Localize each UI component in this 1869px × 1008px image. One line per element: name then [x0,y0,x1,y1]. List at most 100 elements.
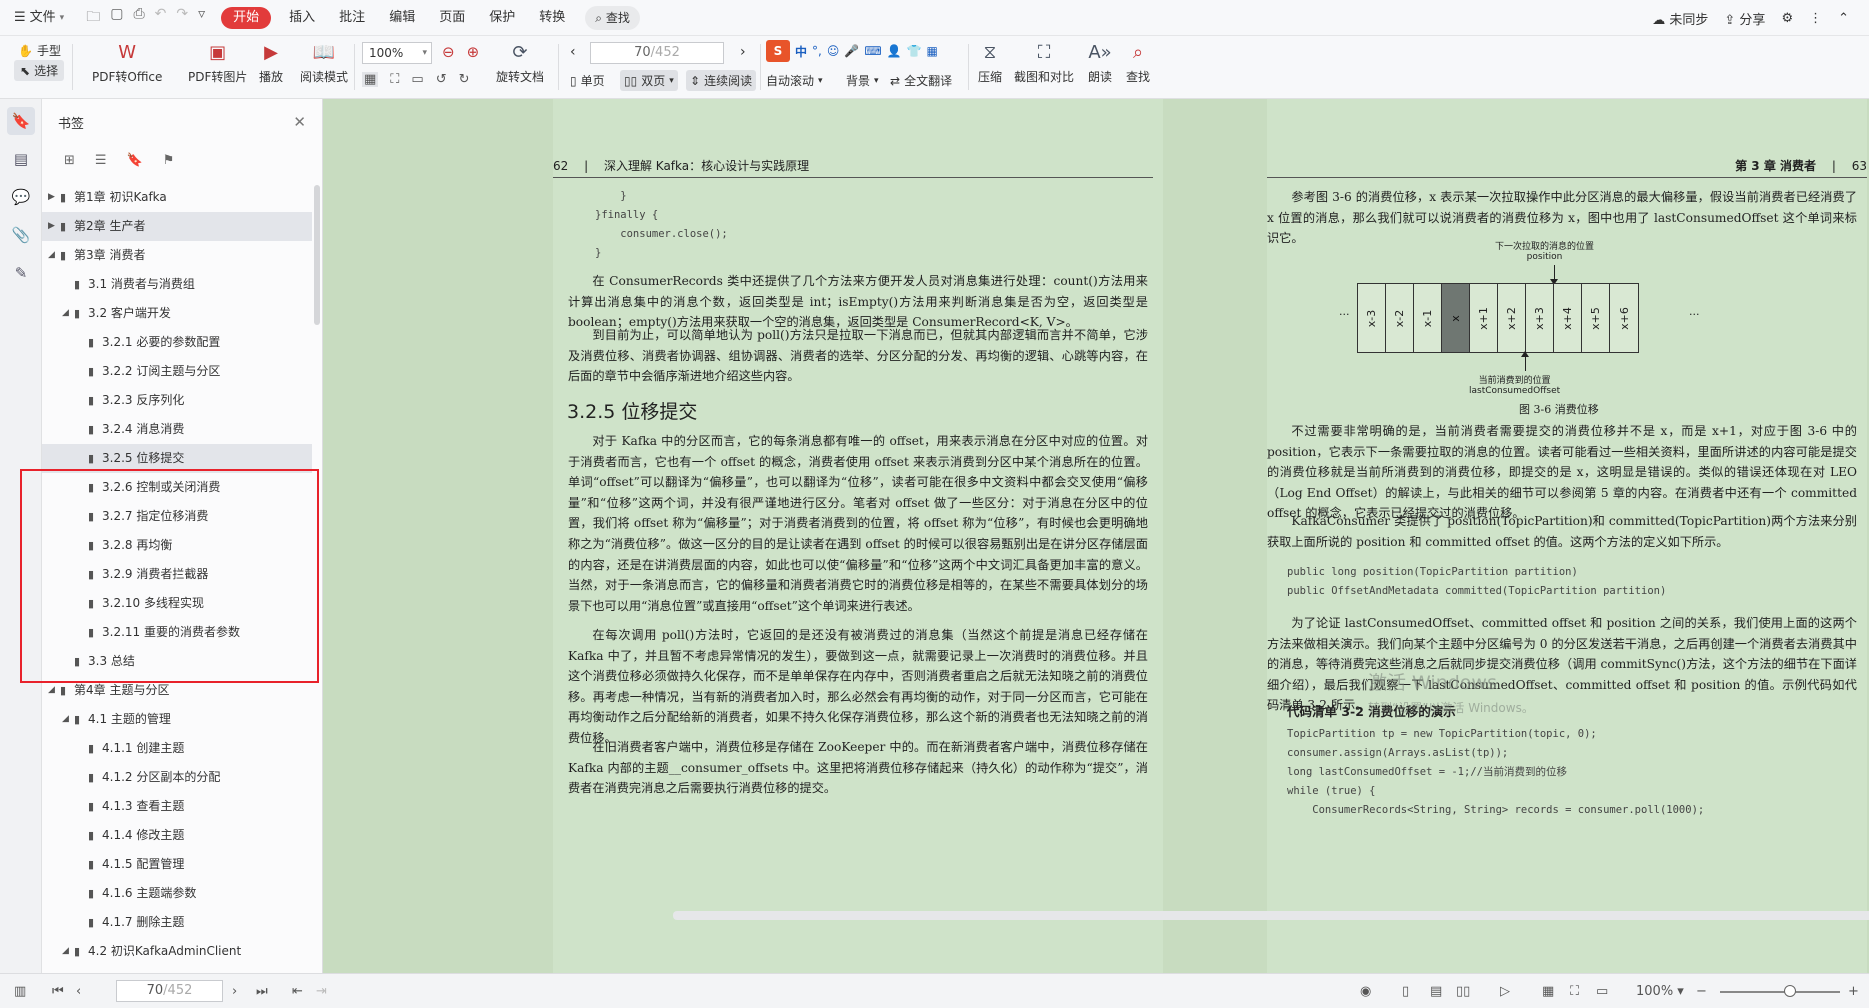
expand-arrow-icon[interactable]: ▶ [48,183,58,212]
search-button[interactable]: ⌕ 查找 [585,5,640,30]
mic-icon[interactable]: 🎤 [844,44,859,58]
continuous-read-button[interactable]: ⇕ 连续阅读 [686,70,757,91]
bookmark-item[interactable]: ▮ 4.1.4 修改主题 [42,821,312,850]
fit-page-icon[interactable]: ⛶ [390,72,399,87]
single-view-icon[interactable]: ▯ [1402,974,1409,1008]
zoom-out-status-icon[interactable]: − [1696,974,1707,1008]
attachment-icon[interactable]: 📎 [7,221,35,249]
open-folder-icon[interactable]: 🗀 [86,6,100,30]
bookmark-icon[interactable]: ⚑ [163,153,175,168]
rotate-right-icon[interactable]: ↻ [459,72,470,87]
outline-icon[interactable]: ☰ [95,153,107,168]
close-icon[interactable]: ✕ [293,113,306,131]
background-button[interactable]: 背景 ▾ [846,72,879,89]
zoom-out-icon[interactable]: ⊖ [442,43,455,61]
bookmark-item[interactable]: ▮ 3.2.2 订阅主题与分区 [42,357,312,386]
next-page-icon[interactable]: › [740,44,746,60]
bookmark-item[interactable]: ▮ 4.1.5 配置管理 [42,850,312,879]
punctuation-icon[interactable]: °, [812,44,822,58]
status-zoom-select[interactable]: 100% ▾ [1636,974,1684,1008]
bookmark-panel-icon[interactable]: 🔖 [7,107,35,135]
sogou-ime-icon[interactable]: S [766,40,790,62]
expand-arrow-icon[interactable]: ▶ [48,212,58,241]
zoom-slider-knob[interactable] [1784,985,1796,997]
save-icon[interactable]: ▢ [110,6,123,30]
toggle-sidebar-icon[interactable]: ▥ [14,974,26,1008]
actual-size-icon[interactable]: ▦ [362,72,379,87]
play-button[interactable]: ▶ 播放 [259,40,283,85]
bookmark-item[interactable]: ▮ 3.1 消费者与消费组 [42,270,312,299]
collapse-ribbon-icon[interactable]: ⌃ [1838,11,1849,26]
bookmark-item[interactable]: ▮ 4.1.3 查看主题 [42,792,312,821]
zoom-slider[interactable] [1720,985,1840,997]
thumbnail-icon[interactable]: ▤ [7,145,35,173]
status-page-input[interactable]: 70/452 [116,980,223,1002]
actual-size-status-icon[interactable]: ▦ [1542,974,1554,1008]
rotate-document-button[interactable]: ⟳ 旋转文档 [496,40,544,85]
forward-icon[interactable]: ⇥ [316,974,327,1008]
prev-page-icon[interactable]: ‹ [570,44,576,60]
screenshot-compare-button[interactable]: ⛶ 截图和对比 [1014,40,1074,85]
comment-icon[interactable]: 💬 [7,183,35,211]
redo-icon[interactable]: ↷ [176,6,188,30]
collapse-arrow-icon[interactable]: ◢ [62,299,72,328]
zoom-in-status-icon[interactable]: + [1848,974,1859,1008]
bookmark-item[interactable]: ▮ 4.1.1 创建主题 [42,734,312,763]
full-translate-button[interactable]: ⇄ 全文翻译 [890,72,952,89]
first-page-icon[interactable]: ⏮ [52,974,64,1008]
tab-convert[interactable]: 转换 [527,0,577,36]
undo-icon[interactable]: ↶ [155,6,167,30]
bookmark-item[interactable]: ◢ ▮ 4.1 主题的管理 [42,705,312,734]
read-mode-button[interactable]: 📖 阅读模式 [300,40,348,85]
tab-insert[interactable]: 插入 [277,0,327,36]
eye-protect-icon[interactable]: ◉ [1360,974,1371,1008]
zoom-in-icon[interactable]: ⊕ [467,43,480,61]
bookmarks-scrollbar[interactable] [314,185,320,325]
grid-icon[interactable]: ▦ [927,44,938,58]
fit-page-status-icon[interactable]: ⛶ [1570,974,1579,1008]
tab-annotate[interactable]: 批注 [327,0,377,36]
emoji-icon[interactable]: ☺ [827,44,840,58]
page-number-input[interactable]: 70/452 [590,42,724,64]
shirt-icon[interactable]: 👕 [907,44,922,58]
settings-icon[interactable]: ⚙ [1781,11,1793,26]
double-view-icon[interactable]: ▯▯ [1456,974,1470,1008]
single-page-button[interactable]: ▯ 单页 [570,72,605,89]
pdf-to-office-button[interactable]: W PDF转Office [92,40,162,85]
zoom-select[interactable]: 100% ▾ [362,42,432,64]
read-aloud-button[interactable]: A» 朗读 [1088,40,1112,85]
horizontal-scrollbar[interactable] [673,911,1869,920]
auto-scroll-button[interactable]: 自动滚动 ▾ [766,72,823,89]
collapse-arrow-icon[interactable]: ◢ [48,241,58,270]
bookmark-item[interactable]: ▮ 4.1.6 主题端参数 [42,879,312,908]
bookmark-item[interactable]: ▮ 3.2.4 消息消费 [42,415,312,444]
continuous-view-icon[interactable]: ▤ [1430,974,1442,1008]
ime-mode[interactable]: 中 [795,43,807,60]
bookmark-item[interactable]: ▶ ▮ 第2章 生产者 [42,212,312,241]
tab-protect[interactable]: 保护 [477,0,527,36]
expand-bookmark-icon[interactable]: 🔖 [127,153,143,168]
fit-width-status-icon[interactable]: ▭ [1596,974,1608,1008]
back-icon[interactable]: ⇤ [292,974,303,1008]
sync-status[interactable]: ☁ 未同步 [1652,9,1708,28]
next-page-status-icon[interactable]: › [232,974,237,1008]
bookmark-item[interactable]: ▮ 4.2.1 基本使用 [42,966,312,973]
last-page-icon[interactable]: ⏭ [256,974,268,1008]
user-icon[interactable]: 👤 [887,44,902,58]
select-tool[interactable]: ⬉ 选择 [14,60,65,81]
fit-width-icon[interactable]: ▭ [411,72,423,87]
collapse-arrow-icon[interactable]: ◢ [62,705,72,734]
double-page-button[interactable]: ▯▯ 双页 ▾ [620,70,678,91]
file-menu[interactable]: ☰ 文件 ▾ [0,0,76,36]
print-icon[interactable]: ⎙ [133,6,144,30]
signature-icon[interactable]: ✎ [7,259,35,287]
bookmark-item[interactable]: ◢ ▮ 3.2 客户端开发 [42,299,312,328]
tab-start[interactable]: 开始 [221,6,272,29]
bookmark-item[interactable]: ◢ ▮ 4.2 初识KafkaAdminClient [42,937,312,966]
compress-button[interactable]: ⧖ 压缩 [978,40,1002,85]
find-button[interactable]: ⌕ 查找 [1126,40,1150,85]
pdf-to-image-button[interactable]: ▣ PDF转图片 [188,40,247,85]
rotate-left-icon[interactable]: ↺ [436,72,447,87]
document-viewer[interactable]: 62 | 深入理解 Kafka：核心设计与实践原理 } }finally { c… [323,99,1869,973]
more-options-icon[interactable]: ⋮ [1809,11,1822,26]
